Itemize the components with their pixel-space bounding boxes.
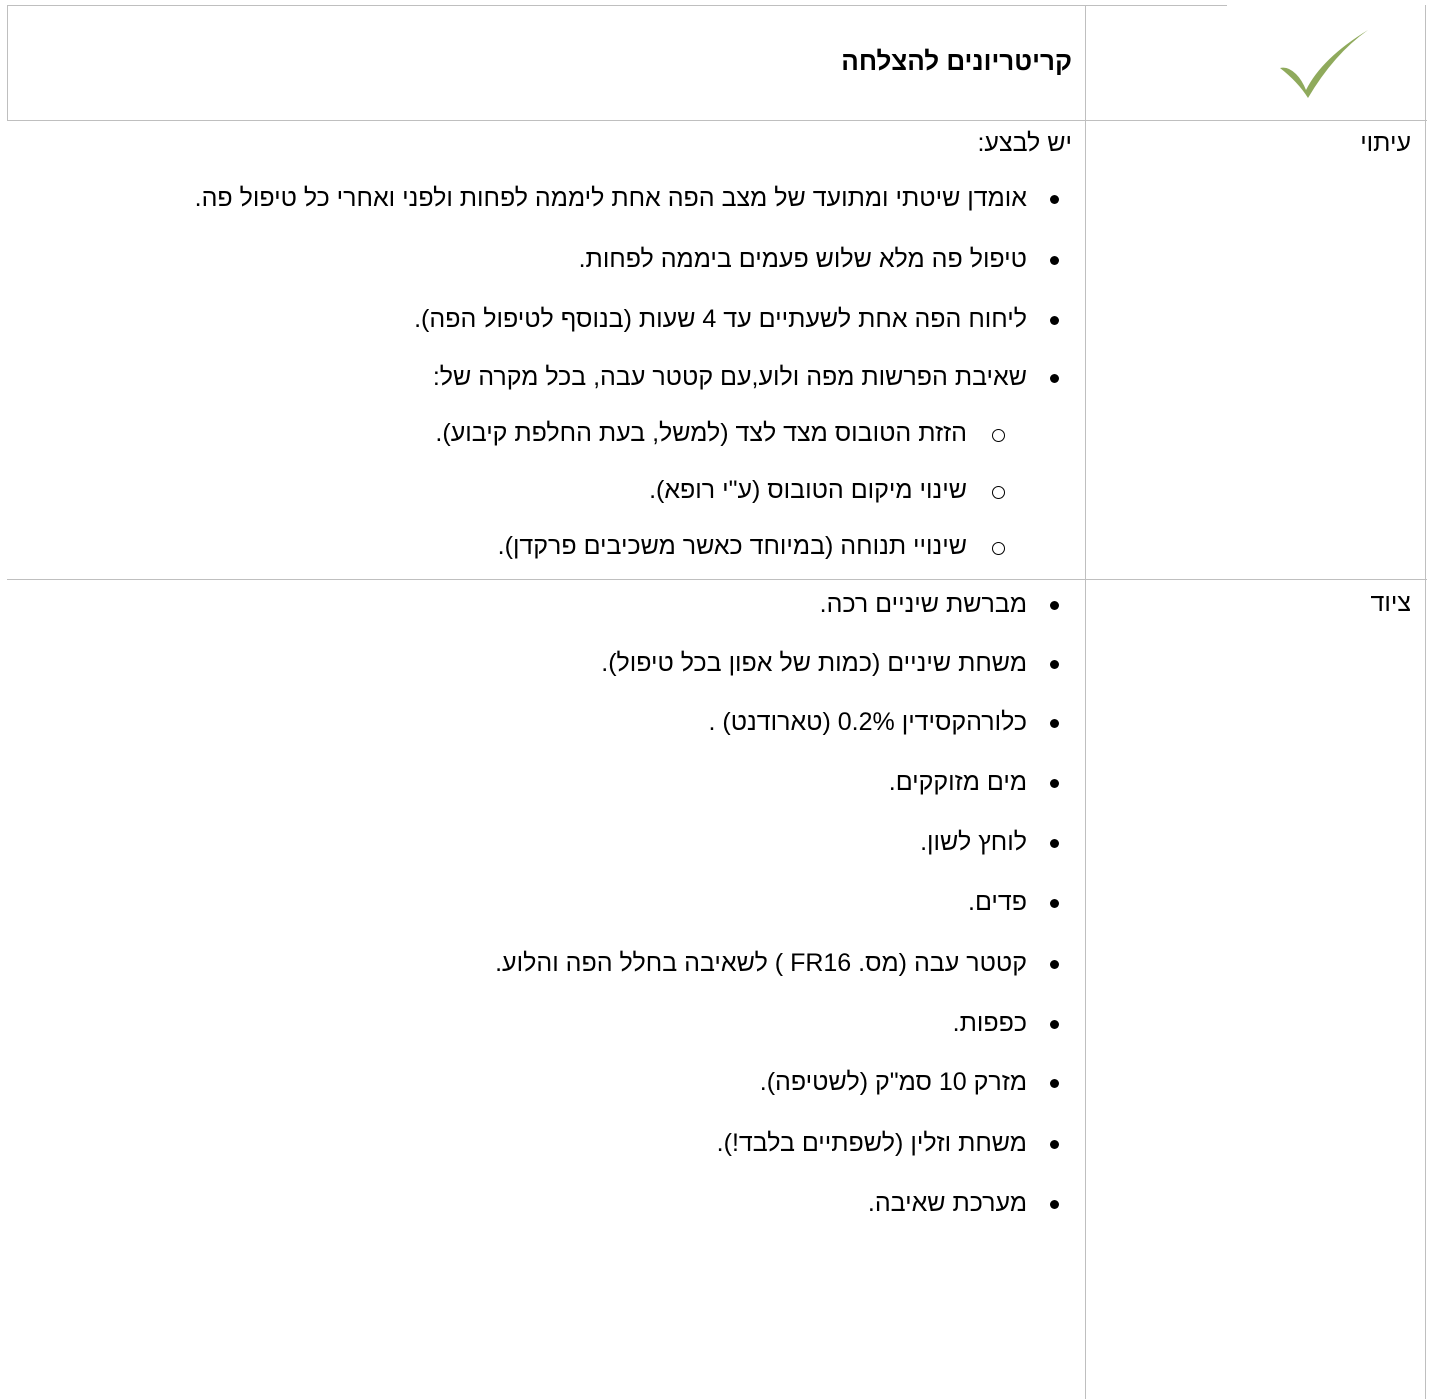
hollow-bullet-icon — [992, 542, 1005, 555]
bullet-icon — [1050, 779, 1059, 788]
list-item: לוחץ לשון. — [920, 827, 1072, 857]
bullet-icon — [1050, 195, 1059, 204]
list-item: משחת וזלין (לשפתיים בלבד!). — [717, 1128, 1072, 1158]
column-divider — [1085, 5, 1086, 1399]
page-title: קריטריונים להצלחה — [841, 46, 1072, 76]
list-item: מים מזוקקים. — [889, 767, 1072, 797]
bullet-icon — [1050, 899, 1059, 908]
row-label-equipment: ציוד — [1370, 589, 1411, 617]
table-top-border — [7, 5, 1227, 6]
bullet-icon — [1050, 601, 1059, 610]
bullet-icon — [1050, 256, 1059, 265]
bullet-icon — [1050, 1200, 1059, 1209]
list-item: ליחוח הפה אחת לשעתיים עד 4 שעות (בנוסף ל… — [414, 304, 1072, 334]
bullet-icon — [1050, 374, 1059, 383]
list-item: כלורהקסידין 0.2% (טארודנט) . — [709, 707, 1073, 737]
bullet-icon — [1050, 960, 1059, 969]
hollow-bullet-icon — [992, 429, 1005, 442]
list-item: שאיבת הפרשות מפה ולוע,עם קטטר עבה, בכל מ… — [433, 362, 1072, 392]
list-item: אומדן שיטתי ומתועד של מצב הפה אחת ליממה … — [195, 183, 1072, 213]
list-item: קטטר עבה (מס. FR16 ) לשאיבה בחלל הפה והל… — [495, 948, 1072, 978]
row-label-timing: עיתוי — [1360, 129, 1411, 157]
bullet-icon — [1050, 1079, 1059, 1088]
list-item: מזרק 10 סמ"ק (לשטיפה). — [760, 1067, 1072, 1097]
list-item: פדים. — [968, 887, 1072, 917]
list-item: כפפות. — [953, 1008, 1072, 1038]
list-item: מברשת שיניים רכה. — [820, 589, 1072, 619]
bullet-icon — [1050, 719, 1059, 728]
bullet-icon — [1050, 660, 1059, 669]
bullet-icon — [1050, 316, 1059, 325]
timing-bottom-border — [7, 579, 1427, 580]
bullet-icon — [1050, 1020, 1059, 1029]
list-item: טיפול פה מלא שלוש פעמים ביממה לפחות. — [579, 244, 1072, 274]
header-bottom-border — [7, 120, 1427, 121]
table-left-border — [7, 5, 8, 121]
table-right-border — [1425, 5, 1426, 1399]
hollow-bullet-icon — [992, 486, 1005, 499]
sub-list-item: שינוי מיקום הטובוס (ע"י רופא). — [649, 475, 1072, 505]
check-icon — [1280, 30, 1368, 98]
timing-intro: יש לבצע: — [977, 129, 1072, 157]
bullet-icon — [1050, 839, 1059, 848]
list-item: מערכת שאיבה. — [868, 1188, 1072, 1218]
sub-list-item: שינויי תנוחה (במיוחד כאשר משכיבים פרקדן)… — [498, 531, 1072, 561]
list-item: משחת שיניים (כמות של אפון בכל טיפול). — [601, 648, 1072, 678]
document-page: קריטריונים להצלחה עיתוי יש לבצע: אומדן ש… — [0, 0, 1429, 1399]
bullet-icon — [1050, 1140, 1059, 1149]
sub-list-item: הזזת הטובוס מצד לצד (למשל, בעת החלפת קיב… — [435, 418, 1072, 448]
